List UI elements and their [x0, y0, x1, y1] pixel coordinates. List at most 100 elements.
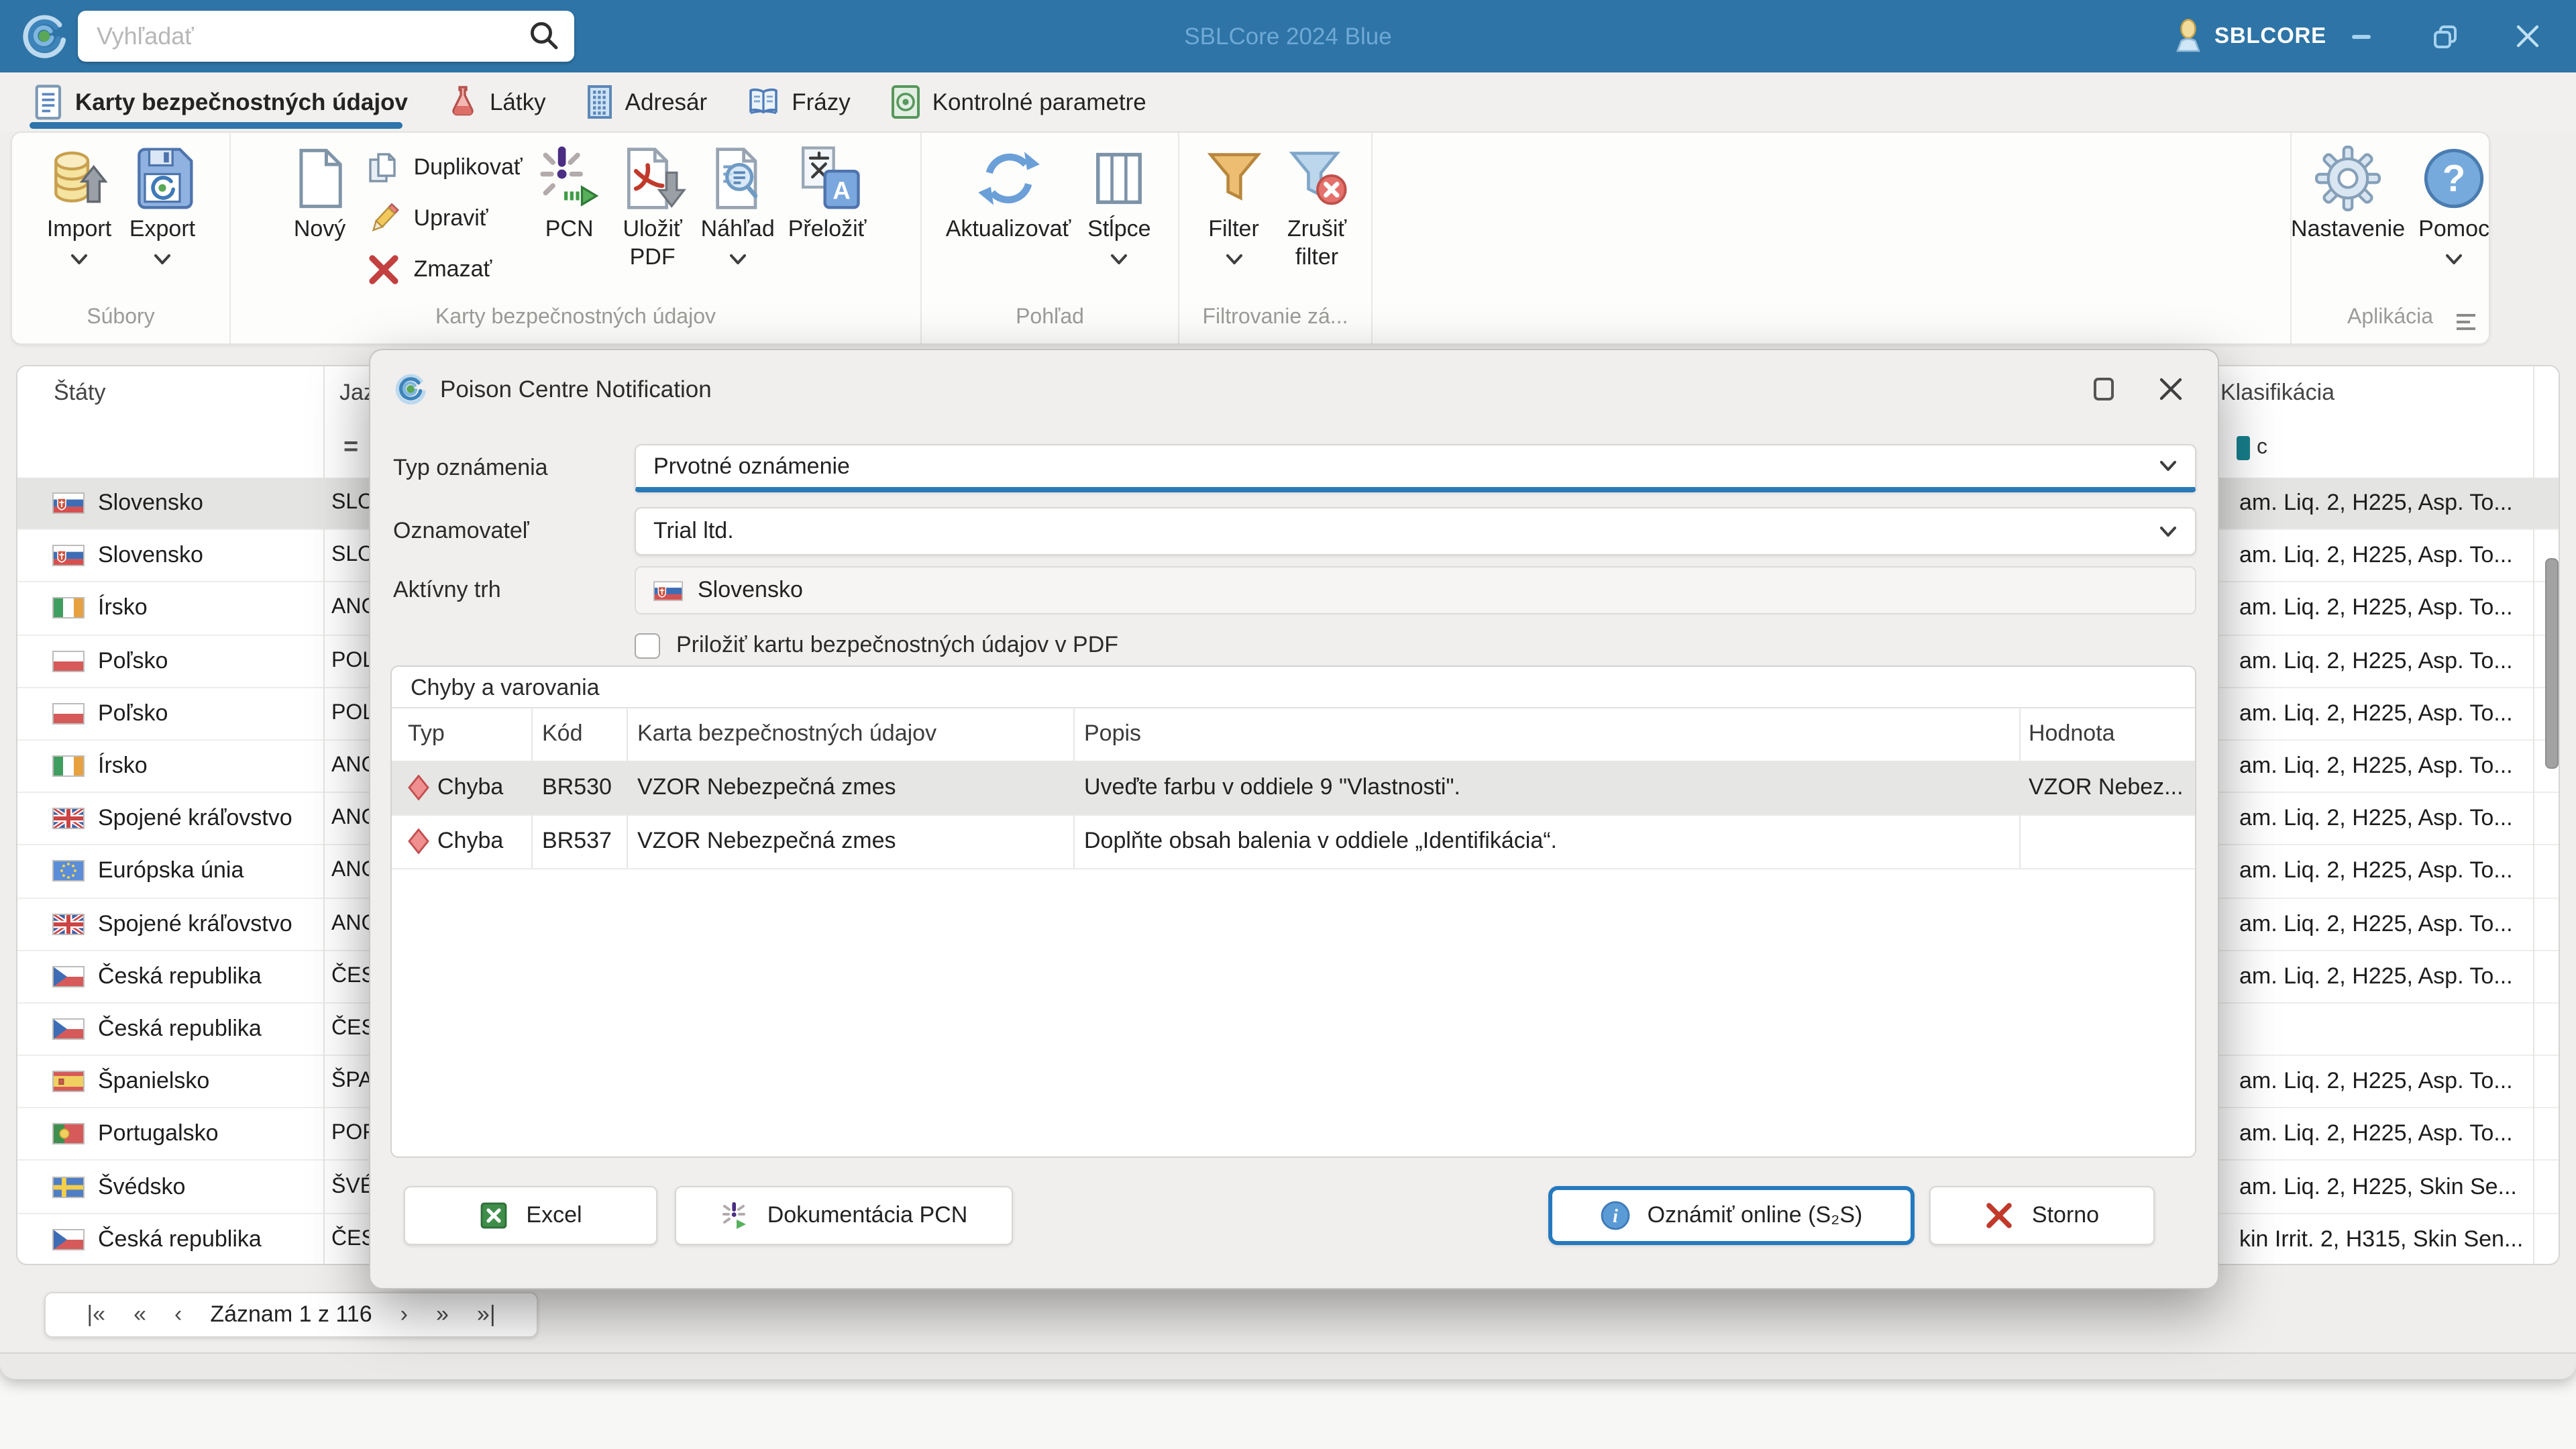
ribbon-button-settings[interactable]: Nastavenie [2284, 142, 2412, 243]
equals-filter-icon[interactable]: = [343, 433, 358, 463]
rewind-button[interactable]: « [133, 1301, 146, 1328]
ribbon-button-delete[interactable]: Zmazať [367, 252, 523, 287]
eu-flag-icon [52, 860, 85, 882]
ribbon-button-export[interactable]: Export [121, 142, 204, 264]
ribbon-button-label: Uložiť [623, 216, 682, 241]
error-column-header: Karta bezpečnostných údajov [637, 720, 937, 746]
ribbon-button-import[interactable]: Import [38, 142, 121, 264]
ribbon-button-pcn[interactable]: PCN [528, 142, 611, 243]
window-title: SBLCore 2024 Blue [1184, 23, 1392, 50]
maximize-button[interactable] [2431, 23, 2458, 50]
search-icon[interactable] [529, 20, 561, 52]
ribbon-group-label: Karty bezpečnostných údajov [435, 306, 716, 329]
excel-icon [479, 1201, 508, 1230]
menu-lines-icon[interactable] [2454, 311, 2478, 333]
country-cell: Portugalsko [98, 1120, 219, 1146]
window-controls [2348, 0, 2576, 72]
ribbon-button-save-pdf[interactable]: Uložiť PDF [611, 142, 694, 271]
pcn-doc-icon [720, 1201, 750, 1230]
ribbon-button-translate[interactable]: A Přeložiť [782, 142, 873, 243]
checkbox-box[interactable] [635, 633, 660, 658]
record-pager: |« « ‹ Záznam 1 z 116 › » »| [44, 1292, 538, 1338]
column-header-klasifikacia[interactable]: Klasifikácia [2220, 380, 2334, 407]
column-divider [323, 366, 325, 1264]
prev-record-button[interactable]: ‹ [174, 1301, 182, 1328]
vertical-scrollbar[interactable] [2545, 558, 2559, 769]
dialog-close-button[interactable] [2159, 377, 2183, 401]
cancel-button[interactable]: Storno [1929, 1186, 2155, 1245]
tab-address-book[interactable]: Adresár [586, 85, 708, 119]
button-label: Excel [526, 1202, 582, 1228]
ribbon-button-columns[interactable]: Stĺpce [1077, 142, 1161, 264]
ribbon-button-label: Import [46, 216, 112, 241]
error-column-divider [627, 707, 628, 868]
ribbon-button-label2: PDF [629, 244, 676, 270]
ribbon-button-filter[interactable]: Filter [1192, 142, 1275, 264]
tab-label: Karty bezpečnostných údajov [75, 88, 408, 115]
ribbon-button-preview[interactable]: Náhľad [694, 142, 782, 264]
pdf-save-icon [618, 142, 688, 215]
tab-substances[interactable]: Látky [448, 85, 546, 119]
tab-safety-data-sheets[interactable]: Karty bezpečnostných údajov [35, 84, 408, 120]
info-icon: i [1601, 1201, 1630, 1230]
chevron-down-icon [729, 248, 747, 264]
ribbon-toolbar: Import Export Súbory Nový Duplikovať Upra… [11, 131, 2490, 345]
field-active-market[interactable]: Slovensko [635, 566, 2196, 614]
button-label: Storno [2031, 1202, 2100, 1228]
svg-text:A: A [832, 176, 850, 204]
error-code: BR537 [542, 828, 612, 853]
tab-label: Adresár [625, 88, 708, 115]
pcn-documentation-button[interactable]: Dokumentácia PCN [675, 1186, 1013, 1245]
ribbon-button-label: Duplikovať [413, 154, 523, 180]
svg-text:i: i [1613, 1206, 1618, 1227]
chevron-down-icon [1110, 248, 1128, 264]
duplicate-icon [367, 150, 402, 185]
ribbon-group-items: Nastavenie ? Pomoc [2291, 133, 2489, 306]
column-header-staty[interactable]: Štáty [54, 380, 106, 407]
ribbon-group-sds: Nový Duplikovať Upraviť Zmazať PCN Uloži… [231, 133, 922, 343]
search-box[interactable] [78, 11, 574, 62]
error-row[interactable]: Chyba BR537 VZOR Nebezpečná zmes Doplňte ob… [392, 814, 2195, 869]
ribbon-button-new[interactable]: Nový [278, 142, 362, 243]
button-label: Oznámiť online (S₂S) [1647, 1202, 1863, 1228]
forward-button[interactable]: » [436, 1301, 449, 1328]
ribbon-button-label: Zrušiť [1287, 216, 1347, 241]
error-sds-name: VZOR Nebezpečná zmes [637, 828, 896, 853]
account-button[interactable]: SBLCORE [2173, 0, 2326, 72]
ribbon-button-clear-filter[interactable]: Zrušiť filter [1275, 142, 1358, 271]
contains-filter[interactable]: c [2237, 436, 2267, 460]
error-row[interactable]: Chyba BR530 VZOR Nebezpečná zmes Uveďte far… [392, 761, 2195, 816]
tab-control-parameters[interactable]: Kontrolné parametre [891, 85, 1146, 119]
record-counter: Záznam 1 z 116 [210, 1301, 372, 1327]
gb-flag-icon [51, 806, 86, 832]
field-notifier[interactable]: Trial ltd. [635, 507, 2196, 555]
attach-pdf-checkbox[interactable]: Priložiť kartu bezpečnostných údajov v P… [635, 632, 1118, 659]
ribbon-group-items: Nový Duplikovať Upraviť Zmazať PCN Uloži… [231, 133, 920, 306]
tab-phrases[interactable]: Frázy [747, 86, 851, 118]
chevron-down-icon [1224, 248, 1243, 264]
country-cell: Slovensko [98, 490, 203, 516]
last-record-button[interactable]: »| [477, 1301, 496, 1328]
dialog-maximize-button[interactable] [2092, 377, 2116, 401]
minimize-button[interactable] [2348, 23, 2375, 50]
first-record-button[interactable]: |« [87, 1301, 105, 1328]
search-input[interactable] [78, 22, 529, 50]
ribbon-button-edit[interactable]: Upraviť [367, 201, 523, 236]
notify-online-button[interactable]: i Oznámiť online (S₂S) [1548, 1186, 1915, 1245]
button-label: Dokumentácia PCN [767, 1202, 968, 1228]
next-record-button[interactable]: › [400, 1301, 408, 1328]
error-diamond-icon [408, 775, 429, 800]
ribbon-group-label: Súbory [87, 306, 155, 329]
error-diamond-icon [408, 828, 429, 854]
ribbon-button-help[interactable]: ? Pomoc [2412, 142, 2496, 264]
field-notification-type[interactable]: Prvotné oznámenie [635, 444, 2196, 492]
ribbon-button-duplicate[interactable]: Duplikovať [367, 150, 523, 185]
tab-label: Látky [489, 88, 546, 115]
ribbon-button-label: Aktualizovať [945, 216, 1071, 241]
ribbon-button-refresh[interactable]: Aktualizovať [939, 142, 1078, 243]
ribbon-group-label: Filtrovanie zá... [1202, 306, 1348, 329]
close-button[interactable] [2514, 23, 2541, 50]
error-column-divider [1073, 707, 1075, 868]
error-column-divider [2019, 707, 2021, 868]
excel-button[interactable]: Excel [404, 1186, 657, 1245]
